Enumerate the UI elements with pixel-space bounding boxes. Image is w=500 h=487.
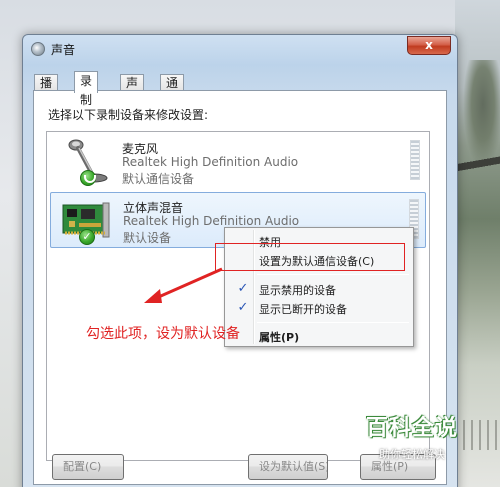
menu-item-show-disconnected[interactable]: ✓ 显示已断开的设备 <box>227 297 411 319</box>
watermark: 百科全说 助你轻松解决 <box>357 410 467 466</box>
device-item-microphone[interactable]: 麦克风 Realtek High Definition Audio 默认通信设备 <box>50 134 426 190</box>
highlight-box <box>215 243 405 271</box>
annotation-text: 勾选此项，设为默认设备 <box>86 326 240 342</box>
phone-badge-icon <box>80 170 96 186</box>
device-status: 默认通信设备 <box>122 172 195 186</box>
green-check-icon: ✓ <box>79 229 95 245</box>
configure-button[interactable]: 配置(C) <box>52 454 124 480</box>
menu-item-label: 显示禁用的设备 <box>259 284 336 297</box>
background-pavilion-roof <box>455 150 500 190</box>
checkmark-icon: ✓ <box>237 281 249 296</box>
menu-item-properties[interactable]: 属性(P) <box>227 325 411 347</box>
device-status: 默认设备 <box>123 231 172 245</box>
menu-item-label: 属性(P) <box>259 331 300 344</box>
level-meter <box>410 140 420 180</box>
menu-separator <box>257 274 409 275</box>
menu-separator <box>257 322 409 323</box>
device-driver: Realtek High Definition Audio <box>122 155 299 169</box>
checkmark-icon: ✓ <box>237 300 249 315</box>
watermark-subtitle: 助你轻松解决 <box>379 448 445 461</box>
close-button[interactable]: x <box>407 36 451 55</box>
window-title: 声音 <box>51 43 76 57</box>
device-driver: Realtek High Definition Audio <box>123 214 300 228</box>
title-bar[interactable]: 声音 x <box>23 35 457 63</box>
set-default-button[interactable]: 设为默认值(S) <box>248 454 328 480</box>
instruction-text: 选择以下录制设备来修改设置: <box>48 108 209 122</box>
watermark-title: 百科全说 <box>365 416 458 441</box>
red-arrow-icon <box>144 267 223 303</box>
speaker-icon <box>31 42 45 56</box>
tab-recording[interactable]: 录制 <box>74 71 99 107</box>
menu-item-label: 显示已断开的设备 <box>259 303 347 316</box>
